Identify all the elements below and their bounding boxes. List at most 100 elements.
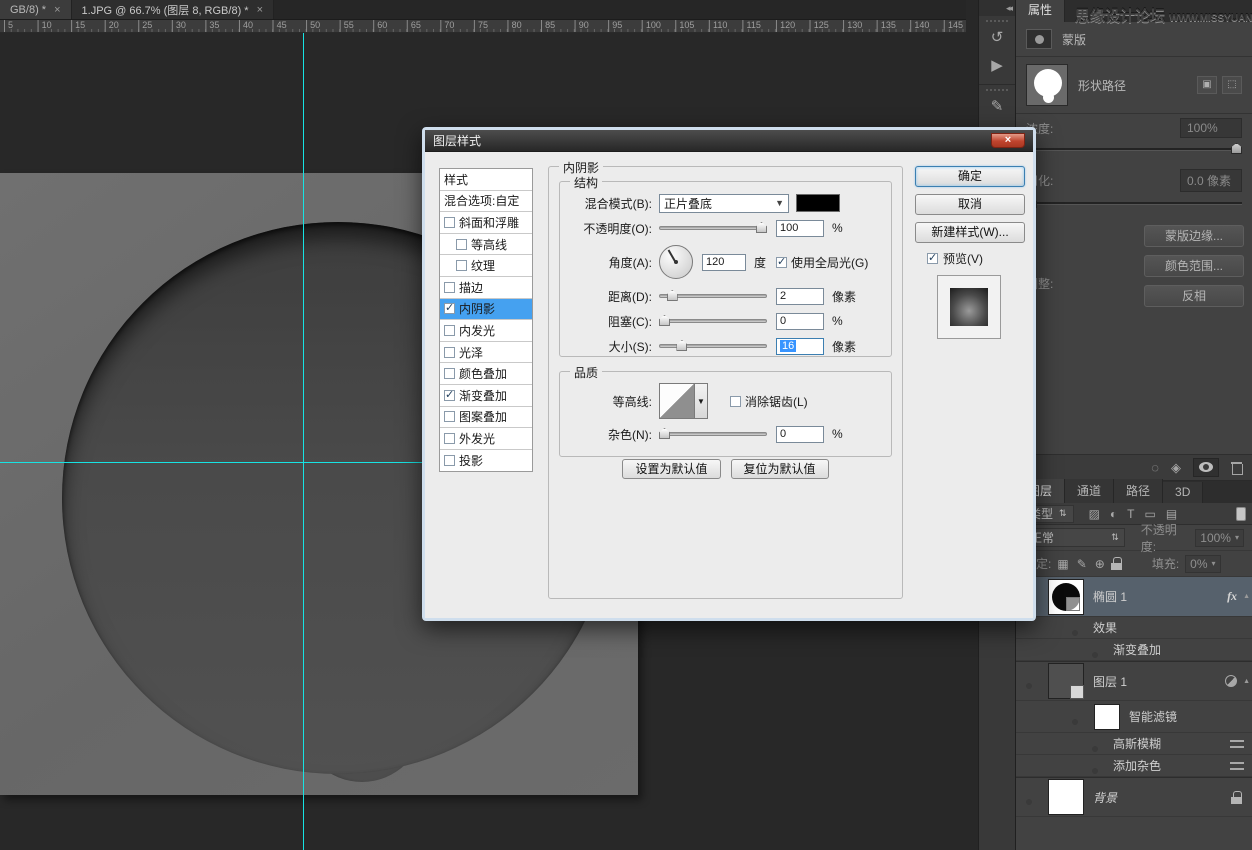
style-item-6[interactable]: 内阴影	[440, 298, 532, 321]
layers-tab-1[interactable]: 通道	[1065, 479, 1115, 503]
style-item-13[interactable]: 投影	[440, 449, 532, 472]
layer-name[interactable]: 效果	[1093, 619, 1117, 636]
lock-transparency-icon[interactable]: ▦	[1057, 557, 1068, 571]
style-checkbox[interactable]	[444, 216, 455, 228]
filter-smart-objects-icon[interactable]: ▤	[1166, 507, 1177, 521]
filtering-toggle[interactable]	[1236, 506, 1246, 521]
layer-row-7[interactable]: 背景	[1016, 777, 1252, 817]
size-slider[interactable]	[659, 340, 767, 352]
tab-properties[interactable]: 属性	[1016, 0, 1066, 22]
style-item-12[interactable]: 外发光	[440, 428, 532, 450]
layer-name[interactable]: 高斯模糊	[1113, 735, 1161, 752]
layer-name[interactable]: 椭圆 1	[1093, 588, 1127, 605]
lock-position-icon[interactable]: ⊕	[1095, 557, 1105, 571]
style-item-0[interactable]: 样式	[440, 169, 532, 191]
layer-thumbnail[interactable]	[1094, 703, 1120, 730]
style-checkbox[interactable]	[456, 260, 467, 272]
document-tab-1[interactable]: 1.JPG @ 66.7% (图层 8, RGB/8) * ×	[71, 0, 275, 19]
layer-name[interactable]: 智能滤镜	[1129, 708, 1177, 725]
actions-panel-icon[interactable]: ▶	[984, 54, 1010, 78]
style-checkbox[interactable]	[444, 346, 455, 358]
style-checkbox[interactable]	[444, 432, 455, 444]
layer-row-1[interactable]: 效果	[1016, 617, 1252, 639]
style-item-1[interactable]: 混合选项:自定	[440, 190, 532, 213]
filter-type-layers-icon[interactable]: T	[1127, 507, 1134, 521]
tab-close-icon[interactable]: ×	[54, 4, 60, 16]
collapse-effects-icon[interactable]: ▲	[1243, 593, 1250, 600]
reset-default-button[interactable]: 复位为默认值	[730, 459, 829, 479]
density-value[interactable]: 100%	[1180, 118, 1242, 138]
filter-pixel-layers-icon[interactable]: ▨	[1089, 507, 1100, 521]
shadow-color-swatch[interactable]	[796, 194, 840, 212]
filter-adjustment-layers-icon[interactable]: ◐	[1110, 507, 1117, 521]
brush-presets-panel-icon[interactable]: ✎	[984, 95, 1010, 119]
make-default-button[interactable]: 设置为默认值	[622, 459, 721, 479]
collapse-effects-icon[interactable]: ▲	[1243, 678, 1250, 685]
blend-mode-select[interactable]: 正片叠底 ▼	[659, 193, 789, 213]
layer-thumbnail[interactable]	[1048, 779, 1084, 815]
layer-row-5[interactable]: 高斯模糊	[1016, 733, 1252, 755]
disable-mask-eye-icon[interactable]	[1193, 458, 1219, 477]
opacity-dropdown[interactable]: 100% ▾	[1195, 528, 1244, 547]
layer-row-0[interactable]: 椭圆 1 fx ▲	[1016, 577, 1252, 617]
mask-edge-button[interactable]: 蒙版边缘...	[1144, 225, 1244, 247]
layers-tab-3[interactable]: 3D	[1163, 482, 1204, 503]
new-style-button[interactable]: 新建样式(W)...	[915, 222, 1025, 243]
opacity-input[interactable]: 100	[776, 219, 824, 237]
feather-slider[interactable]	[1026, 197, 1242, 208]
distance-slider[interactable]	[659, 290, 767, 302]
add-mask-icon[interactable]: ▣	[1197, 76, 1217, 94]
shape-path-thumbnail[interactable]	[1026, 64, 1068, 106]
apply-mask-icon[interactable]: ◈	[1171, 460, 1181, 476]
preview-checkbox[interactable]	[927, 251, 938, 264]
style-item-5[interactable]: 描边	[440, 276, 532, 299]
choke-slider[interactable]	[659, 315, 767, 327]
style-checkbox[interactable]	[444, 301, 455, 315]
ok-button[interactable]: 确定	[915, 166, 1025, 187]
cancel-button[interactable]: 取消	[915, 194, 1025, 215]
load-selection-icon[interactable]: ◌	[1151, 460, 1159, 475]
layer-thumbnail[interactable]	[1048, 663, 1084, 699]
filter-blending-options-icon[interactable]	[1230, 739, 1244, 749]
contour-dropdown-arrow[interactable]: ▼	[695, 383, 708, 419]
style-item-3[interactable]: 等高线	[440, 233, 532, 256]
lock-pixels-icon[interactable]: ✎	[1077, 557, 1087, 571]
layer-name[interactable]: 背景	[1093, 789, 1117, 806]
style-checkbox[interactable]	[444, 324, 455, 336]
style-checkbox[interactable]	[456, 238, 467, 250]
angle-dial[interactable]	[659, 245, 693, 279]
filter-blending-options-icon[interactable]	[1230, 761, 1244, 771]
style-item-7[interactable]: 内发光	[440, 320, 532, 342]
layer-name[interactable]: 渐变叠加	[1113, 641, 1161, 658]
color-range-button[interactable]: 颜色范围...	[1144, 255, 1244, 277]
style-checkbox[interactable]	[444, 368, 455, 380]
style-checkbox[interactable]	[444, 281, 455, 293]
vector-mask-icon[interactable]: ⬚	[1222, 76, 1242, 94]
delete-mask-trash-icon[interactable]	[1231, 461, 1243, 475]
global-light-checkbox[interactable]	[776, 255, 788, 268]
fill-dropdown[interactable]: 0% ▾	[1185, 554, 1221, 573]
layer-thumbnail[interactable]	[1048, 578, 1084, 615]
style-checkbox[interactable]	[444, 411, 455, 423]
invert-button[interactable]: 反相	[1144, 285, 1244, 307]
layer-row-2[interactable]: 渐变叠加	[1016, 639, 1252, 661]
layer-name[interactable]: 图层 1	[1093, 673, 1127, 690]
layers-tab-2[interactable]: 路径	[1114, 479, 1164, 503]
style-checkbox[interactable]	[444, 455, 455, 467]
horizontal-ruler[interactable]: 5 10 15 20 25 30 35 40 45 50 55 60 65 70 75 80 85 90 95 100…	[0, 20, 966, 33]
style-item-9[interactable]: 颜色叠加	[440, 363, 532, 385]
noise-input[interactable]: 0	[776, 425, 824, 443]
style-item-4[interactable]: 纹理	[440, 255, 532, 277]
layer-row-6[interactable]: 添加杂色	[1016, 755, 1252, 777]
opacity-slider[interactable]	[659, 222, 767, 234]
style-item-10[interactable]: 渐变叠加	[440, 384, 532, 407]
style-item-8[interactable]: 光泽	[440, 341, 532, 364]
contour-picker[interactable]	[659, 383, 695, 419]
angle-input[interactable]: 120	[702, 253, 746, 271]
feather-value[interactable]: 0.0 像素	[1180, 169, 1242, 192]
dialog-titlebar[interactable]: 图层样式 ×	[425, 130, 1033, 152]
layer-name[interactable]: 添加杂色	[1113, 757, 1161, 774]
blend-mode-dropdown[interactable]: 正常 ⇅	[1024, 528, 1125, 547]
collapse-panels-icon[interactable]: ◂◂	[979, 0, 1015, 16]
lock-all-icon[interactable]	[1110, 557, 1122, 570]
